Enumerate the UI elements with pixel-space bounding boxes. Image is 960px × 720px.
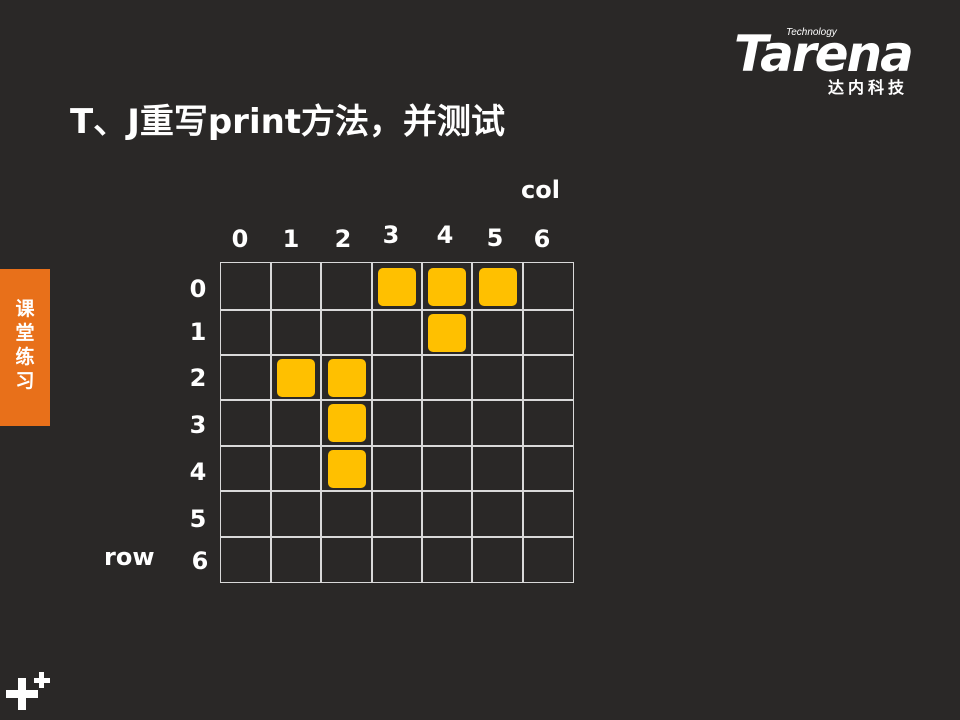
grid-cell — [270, 309, 322, 356]
row-number: 4 — [189, 458, 207, 486]
grid-cell — [220, 354, 272, 401]
grid-cell — [220, 262, 272, 311]
grid-cell — [371, 354, 423, 401]
grid-cell — [471, 536, 524, 583]
grid-cell — [270, 536, 322, 583]
grid-cell — [421, 399, 473, 447]
row-number: 0 — [189, 275, 207, 303]
grid-cell — [371, 490, 423, 538]
grid-cell — [270, 262, 322, 311]
tetromino-block — [327, 449, 366, 488]
row-number: 3 — [189, 411, 207, 439]
grid-cell — [471, 354, 524, 401]
column-number: 1 — [282, 225, 300, 253]
col-axis-label: col — [521, 176, 560, 204]
grid-cell — [320, 536, 373, 583]
grid-cell — [220, 445, 272, 492]
column-number: 2 — [334, 225, 352, 253]
grid-cell — [270, 445, 322, 492]
grid-cell — [270, 490, 322, 538]
column-number: 6 — [533, 225, 551, 253]
grid-cell — [320, 309, 373, 356]
side-tab-label: 课堂练习 — [15, 298, 35, 392]
grid-cell — [220, 490, 272, 538]
tetromino-block — [428, 267, 466, 306]
grid-cell — [471, 445, 524, 492]
grid-cell — [471, 309, 524, 356]
grid-cell — [371, 309, 423, 356]
tetromino-block — [327, 358, 366, 397]
tetromino-block — [428, 313, 466, 352]
tetromino-block — [277, 358, 315, 397]
row-number: 5 — [189, 505, 207, 533]
grid-cell — [220, 309, 272, 356]
row-number: 6 — [191, 547, 209, 575]
grid-cell — [522, 354, 574, 401]
page-title: T、J重写print方法，并测试 — [70, 102, 506, 142]
grid-cell — [320, 490, 373, 538]
grid-cell — [421, 445, 473, 492]
row-number: 1 — [189, 318, 207, 346]
tetromino-block — [378, 267, 416, 306]
grid-cell — [371, 445, 423, 492]
grid-cell — [522, 490, 574, 538]
grid-cell — [421, 354, 473, 401]
grid-cell — [522, 536, 574, 583]
grid-cell — [522, 445, 574, 492]
grid-cell — [522, 262, 574, 311]
grid-cell — [371, 536, 423, 583]
tarena-logo: Tarena Technology 达内科技 — [732, 22, 932, 98]
grid-cell — [220, 399, 272, 447]
grid-cell — [471, 399, 524, 447]
row-axis-label: row — [104, 543, 155, 571]
column-number: 4 — [436, 221, 454, 249]
grid-cell — [421, 490, 473, 538]
grid-cell — [371, 399, 423, 447]
grid-cell — [320, 262, 373, 311]
row-number: 2 — [189, 364, 207, 392]
plus-plus-icon — [6, 672, 50, 710]
tetromino-block — [327, 404, 366, 442]
side-tab: 课堂练习 — [0, 269, 50, 426]
grid-cell — [421, 536, 473, 583]
logo-small-text: Technology — [786, 27, 837, 38]
column-number: 0 — [231, 225, 249, 253]
grid-cell — [522, 399, 574, 447]
grid-cell — [522, 309, 574, 356]
grid-cell — [471, 490, 524, 538]
grid-cell — [220, 536, 272, 583]
tetromino-block — [478, 267, 517, 306]
column-number: 5 — [486, 224, 504, 252]
grid-cell — [270, 399, 322, 447]
logo-cn-text: 达内科技 — [828, 78, 909, 97]
column-number: 3 — [382, 221, 400, 249]
